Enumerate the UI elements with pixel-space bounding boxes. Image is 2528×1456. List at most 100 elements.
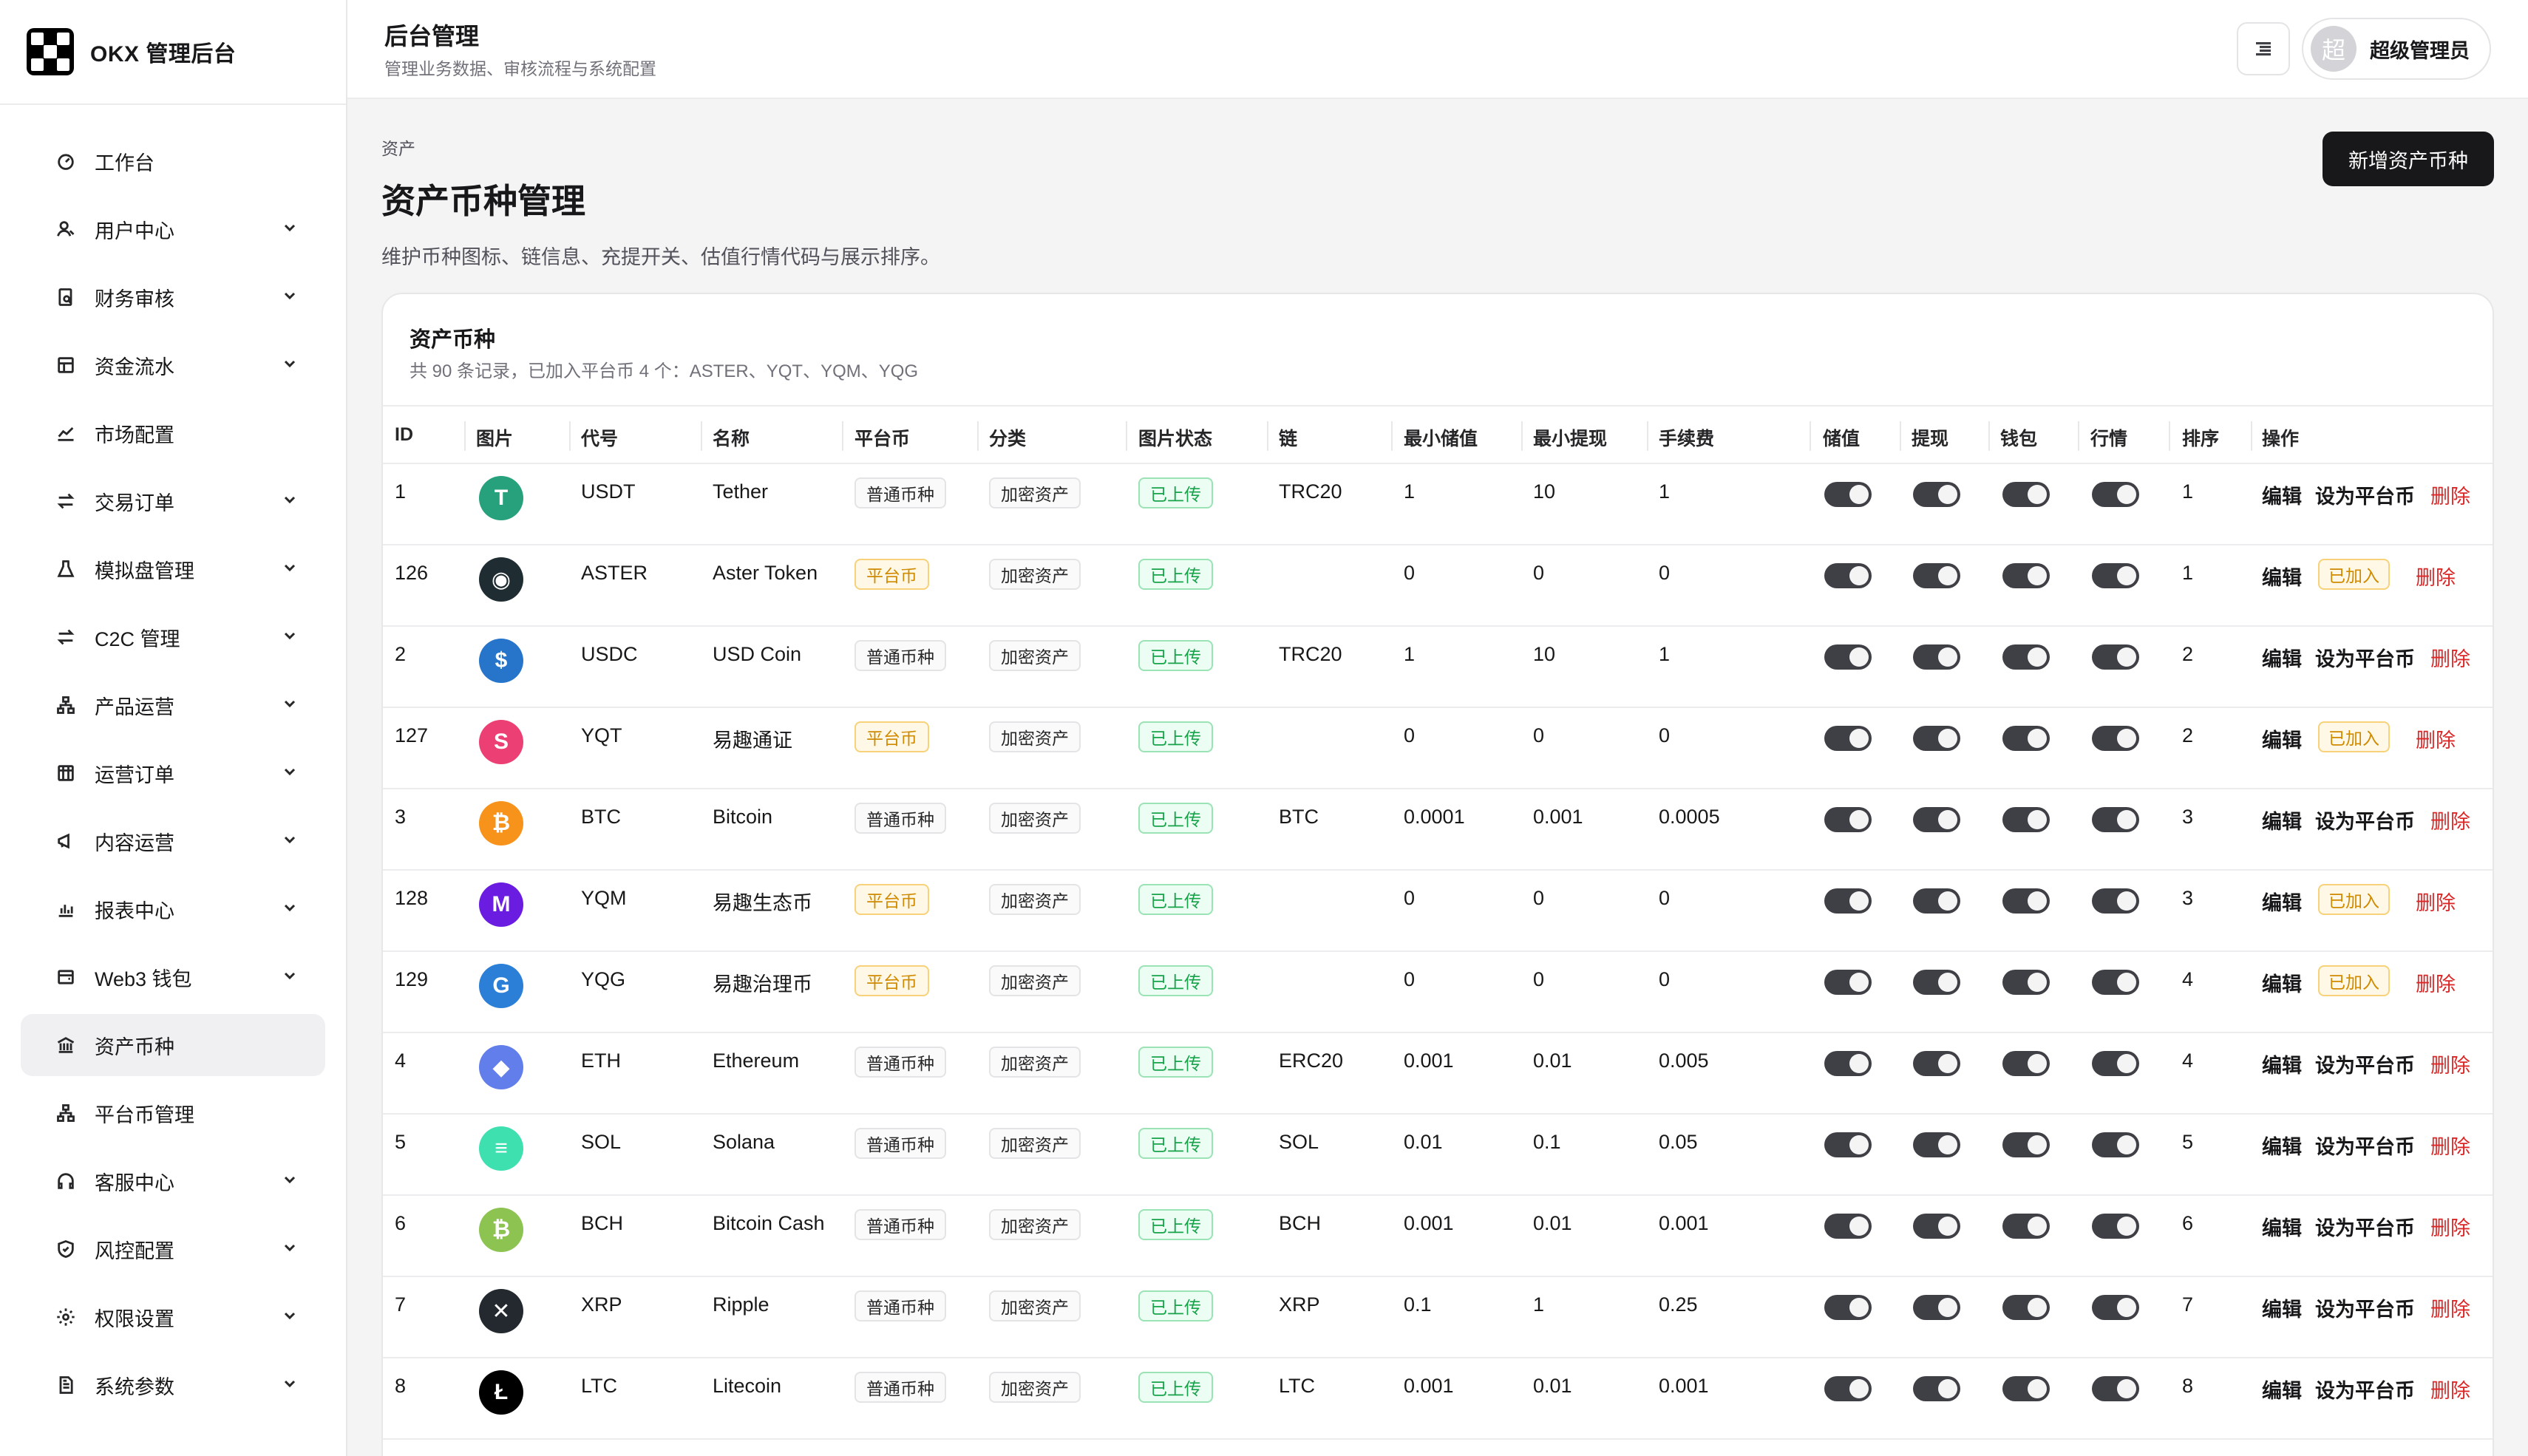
wallet-toggle[interactable] [2002, 1051, 2050, 1076]
breadcrumb[interactable]: 资产 [381, 135, 415, 160]
edit-button[interactable]: 编辑 [2262, 806, 2302, 834]
sidebar-item-15[interactable]: 客服中心 [21, 1150, 325, 1212]
sidebar-item-12[interactable]: Web3 钱包 [21, 946, 325, 1008]
wallet-toggle[interactable] [2002, 1214, 2050, 1239]
set-platform-button[interactable]: 设为平台币 [2315, 806, 2415, 834]
withdraw-toggle[interactable] [1913, 482, 1960, 507]
withdraw-toggle[interactable] [1913, 644, 1960, 670]
delete-button[interactable]: 删除 [2430, 480, 2470, 509]
wallet-toggle[interactable] [2002, 970, 2050, 995]
wallet-toggle[interactable] [2002, 1132, 2050, 1157]
deposit-toggle[interactable] [1824, 1132, 1872, 1157]
sidebar-item-7[interactable]: C2C 管理 [21, 606, 325, 668]
sidebar-item-3[interactable]: 资金流水 [21, 334, 325, 396]
market-toggle[interactable] [2092, 1132, 2139, 1157]
withdraw-toggle[interactable] [1913, 563, 1960, 588]
deposit-toggle[interactable] [1824, 726, 1872, 751]
menu-toggle-button[interactable] [2237, 22, 2290, 75]
withdraw-toggle[interactable] [1913, 888, 1960, 914]
delete-button[interactable]: 删除 [2430, 1212, 2470, 1241]
wallet-toggle[interactable] [2002, 1295, 2050, 1320]
market-toggle[interactable] [2092, 726, 2139, 751]
set-platform-button[interactable]: 设为平台币 [2315, 1212, 2415, 1241]
wallet-toggle[interactable] [2002, 563, 2050, 588]
edit-button[interactable]: 编辑 [2262, 1375, 2302, 1404]
deposit-toggle[interactable] [1824, 888, 1872, 914]
sidebar-item-11[interactable]: 报表中心 [21, 878, 325, 940]
withdraw-toggle[interactable] [1913, 1214, 1960, 1239]
wallet-toggle[interactable] [2002, 1376, 2050, 1401]
edit-button[interactable]: 编辑 [2262, 724, 2302, 753]
wallet-toggle[interactable] [2002, 888, 2050, 914]
sidebar-item-14[interactable]: 平台币管理 [21, 1082, 325, 1144]
market-toggle[interactable] [2092, 1214, 2139, 1239]
edit-button[interactable]: 编辑 [2262, 643, 2302, 672]
delete-button[interactable]: 删除 [2430, 1375, 2470, 1404]
delete-button[interactable]: 删除 [2430, 1050, 2470, 1078]
set-platform-button[interactable]: 设为平台币 [2315, 643, 2415, 672]
market-toggle[interactable] [2092, 1295, 2139, 1320]
delete-button[interactable]: 删除 [2430, 806, 2470, 834]
deposit-toggle[interactable] [1824, 644, 1872, 670]
delete-button[interactable]: 删除 [2430, 643, 2470, 672]
user-menu[interactable]: 超 超级管理员 [2302, 18, 2491, 80]
deposit-toggle[interactable] [1824, 1295, 1872, 1320]
deposit-toggle[interactable] [1824, 1214, 1872, 1239]
market-toggle[interactable] [2092, 807, 2139, 832]
wallet-toggle[interactable] [2002, 644, 2050, 670]
withdraw-toggle[interactable] [1913, 1376, 1960, 1401]
wallet-toggle[interactable] [2002, 807, 2050, 832]
edit-button[interactable]: 编辑 [2262, 1050, 2302, 1078]
market-toggle[interactable] [2092, 482, 2139, 507]
sidebar-item-18[interactable]: 系统参数 [21, 1354, 325, 1416]
wallet-toggle[interactable] [2002, 726, 2050, 751]
deposit-toggle[interactable] [1824, 1051, 1872, 1076]
sidebar-item-9[interactable]: 运营订单 [21, 742, 325, 804]
deposit-toggle[interactable] [1824, 970, 1872, 995]
sidebar-item-8[interactable]: 产品运营 [21, 674, 325, 736]
delete-button[interactable]: 删除 [2430, 1293, 2470, 1322]
delete-button[interactable]: 删除 [2416, 562, 2456, 591]
delete-button[interactable]: 删除 [2416, 724, 2456, 753]
withdraw-toggle[interactable] [1913, 970, 1960, 995]
market-toggle[interactable] [2092, 1051, 2139, 1076]
edit-button[interactable]: 编辑 [2262, 480, 2302, 509]
wallet-toggle[interactable] [2002, 482, 2050, 507]
set-platform-button[interactable]: 设为平台币 [2315, 1131, 2415, 1160]
brand[interactable]: OKX 管理后台 [0, 0, 346, 105]
deposit-toggle[interactable] [1824, 1376, 1872, 1401]
deposit-toggle[interactable] [1824, 563, 1872, 588]
edit-button[interactable]: 编辑 [2262, 1131, 2302, 1160]
set-platform-button[interactable]: 设为平台币 [2315, 1050, 2415, 1078]
sidebar-item-4[interactable]: 市场配置 [21, 402, 325, 464]
market-toggle[interactable] [2092, 644, 2139, 670]
market-toggle[interactable] [2092, 888, 2139, 914]
market-toggle[interactable] [2092, 563, 2139, 588]
withdraw-toggle[interactable] [1913, 807, 1960, 832]
delete-button[interactable]: 删除 [2430, 1131, 2470, 1160]
edit-button[interactable]: 编辑 [2262, 1212, 2302, 1241]
withdraw-toggle[interactable] [1913, 726, 1960, 751]
sidebar-item-10[interactable]: 内容运营 [21, 810, 325, 872]
sidebar-item-17[interactable]: 权限设置 [21, 1286, 325, 1348]
deposit-toggle[interactable] [1824, 807, 1872, 832]
delete-button[interactable]: 删除 [2416, 968, 2456, 997]
sidebar-item-6[interactable]: 模拟盘管理 [21, 538, 325, 600]
sidebar-item-1[interactable]: 用户中心 [21, 198, 325, 260]
market-toggle[interactable] [2092, 970, 2139, 995]
withdraw-toggle[interactable] [1913, 1132, 1960, 1157]
sidebar-item-5[interactable]: 交易订单 [21, 470, 325, 532]
sidebar-item-13[interactable]: 资产币种 [21, 1014, 325, 1076]
market-toggle[interactable] [2092, 1376, 2139, 1401]
set-platform-button[interactable]: 设为平台币 [2315, 480, 2415, 509]
withdraw-toggle[interactable] [1913, 1051, 1960, 1076]
delete-button[interactable]: 删除 [2416, 887, 2456, 916]
add-asset-button[interactable]: 新增资产币种 [2323, 132, 2494, 186]
deposit-toggle[interactable] [1824, 482, 1872, 507]
sidebar-item-0[interactable]: 工作台 [21, 130, 325, 192]
edit-button[interactable]: 编辑 [2262, 1293, 2302, 1322]
set-platform-button[interactable]: 设为平台币 [2315, 1293, 2415, 1322]
set-platform-button[interactable]: 设为平台币 [2315, 1375, 2415, 1404]
sidebar-item-2[interactable]: 财务审核 [21, 266, 325, 328]
sidebar-item-16[interactable]: 风控配置 [21, 1218, 325, 1280]
